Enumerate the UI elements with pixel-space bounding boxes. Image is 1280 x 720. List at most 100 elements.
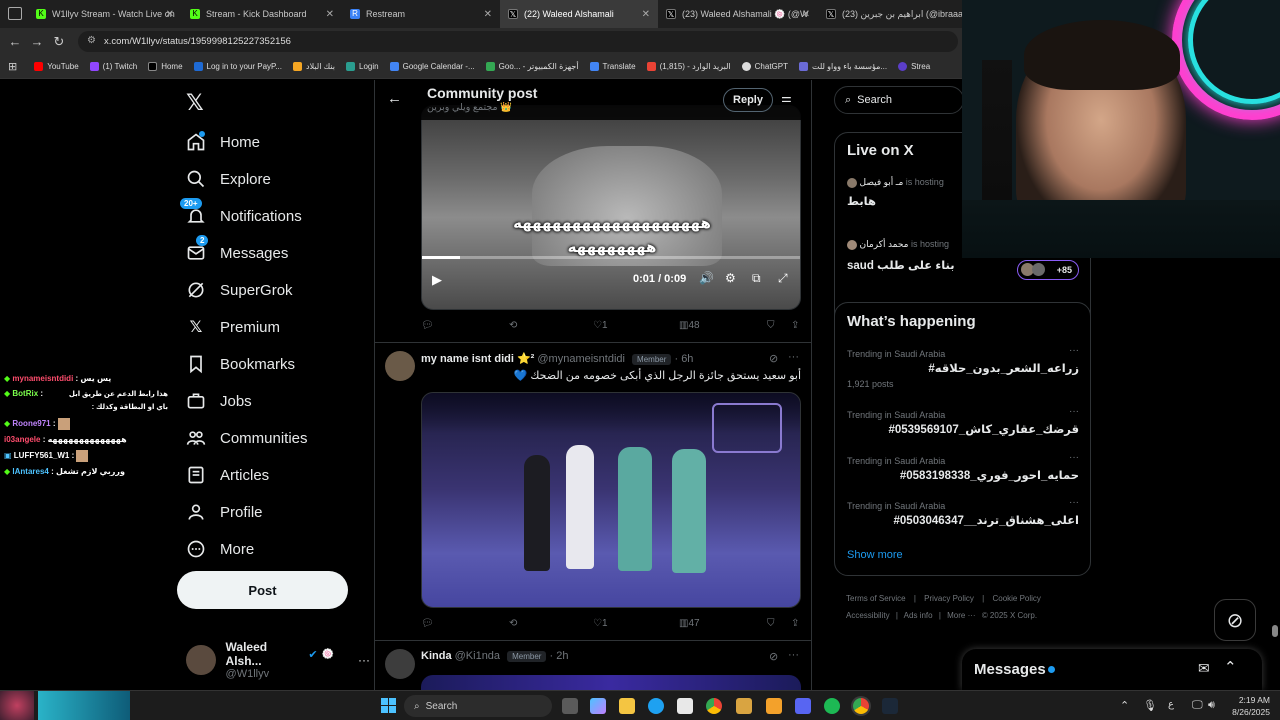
browser-tab[interactable]: K Stream - Kick Dashboard ✕ — [182, 0, 342, 28]
trend-item[interactable]: Trending in Saudi Arabia #زراعه_الشعر_بد… — [847, 345, 1079, 389]
trend-more-icon[interactable]: ··· — [1069, 497, 1079, 508]
live-host[interactable]: مـ أبو فيصل is hosting — [847, 177, 944, 188]
grok-icon[interactable]: ⊘ — [769, 650, 778, 663]
windows-start-icon[interactable] — [381, 698, 397, 714]
video-player[interactable] — [421, 392, 801, 608]
views-button[interactable]: ▥ 48 — [679, 320, 700, 331]
sliders-icon[interactable]: ⚌ — [781, 91, 792, 105]
post-more-icon[interactable]: ··· — [788, 351, 799, 363]
trend-more-icon[interactable]: ··· — [1069, 406, 1079, 417]
nav-communities[interactable]: Communities — [186, 428, 308, 448]
forward-icon[interactable]: → — [26, 34, 48, 49]
network-icon[interactable]: 🖵 — [1192, 699, 1203, 712]
tab-search-icon[interactable] — [8, 7, 22, 20]
post-time[interactable]: 2h — [556, 650, 568, 662]
repost-icon[interactable]: ⟲ — [509, 320, 517, 331]
microphone-icon[interactable]: 🎙︎ — [1143, 699, 1157, 712]
app-icon[interactable] — [766, 698, 782, 714]
file-explorer-icon[interactable] — [619, 698, 635, 714]
live-title[interactable]: saud بناء على طلب — [847, 258, 955, 272]
author-name[interactable]: my name isnt didi ⭐² — [421, 353, 534, 365]
bookmark-item[interactable]: ChatGPT — [741, 62, 788, 71]
bookmark-item[interactable]: YouTube — [34, 62, 79, 71]
footer-link[interactable]: Accessibility — [846, 611, 890, 620]
bookmark-item[interactable]: Goo... - أجهزة الكمبيوتر — [485, 62, 579, 71]
trend-item[interactable]: Trending in Saudi Arabia #قرضك_عقاري_كاش… — [847, 406, 1079, 436]
url-field[interactable]: ⚙ x.com/W1llyv/status/195999812522735215… — [78, 31, 958, 52]
volume-icon[interactable]: 🔊︎ — [1208, 699, 1215, 712]
new-message-icon[interactable]: ✉ — [1198, 660, 1210, 677]
nav-messages[interactable]: Messages 2 — [186, 235, 288, 263]
trend-item[interactable]: Trending in Saudi Arabia #حمايه_احور_فور… — [847, 452, 1079, 482]
back-arrow-icon[interactable]: ← — [387, 90, 402, 107]
close-tab-icon[interactable]: ✕ — [802, 9, 810, 20]
browser-tab-active[interactable]: 𝕏 (22) Waleed Alshamali ✕ — [500, 0, 658, 28]
bookmark-item[interactable]: Google Calendar -... — [389, 62, 475, 71]
live-title[interactable]: هابط — [847, 194, 876, 208]
widget-thumbnail[interactable] — [0, 691, 34, 720]
bookmark-item[interactable]: Strea — [898, 62, 930, 71]
close-tab-icon[interactable]: ✕ — [484, 9, 492, 20]
apps-grid-icon[interactable]: ⊞ — [8, 60, 17, 73]
steam-icon[interactable] — [882, 698, 898, 714]
nav-more[interactable]: More — [186, 539, 254, 559]
search-input[interactable]: ⌕ Search — [834, 86, 964, 114]
settings-gear-icon[interactable]: ⚙ — [725, 271, 736, 285]
language-indicator[interactable]: ع — [1168, 699, 1174, 710]
grok-button[interactable]: ⊘ — [1214, 599, 1256, 641]
reply-icon[interactable]: 💬︎ — [421, 320, 434, 331]
post-button[interactable]: Post — [177, 571, 348, 609]
live-host[interactable]: محمد أكرمان is hosting — [847, 239, 949, 250]
avatar[interactable] — [385, 351, 415, 381]
post-time[interactable]: 6h — [681, 353, 693, 365]
footer-link[interactable]: Ads info — [904, 611, 933, 620]
post-more-icon[interactable]: ··· — [788, 649, 799, 661]
app-icon[interactable] — [736, 698, 752, 714]
account-switcher[interactable]: Waleed Alsh... ✔ 🍥 @W1llyv ··· — [186, 640, 370, 680]
reload-icon[interactable]: ↻ — [48, 34, 70, 50]
reply-button[interactable]: Reply — [723, 88, 773, 112]
clock[interactable]: 2:19 AM 8/26/2025 — [1224, 694, 1270, 718]
chrome-icon[interactable] — [853, 698, 869, 714]
like-button[interactable]: ♡ 1 — [593, 320, 608, 331]
close-tab-icon[interactable]: ✕ — [166, 9, 174, 20]
video-player[interactable]: هههههههههههههههههههه ههههههههه ▶ 0:01 / … — [421, 105, 801, 310]
author-name[interactable]: Kinda — [421, 650, 452, 662]
site-info-icon[interactable]: ⚙ — [87, 35, 96, 46]
bookmark-item[interactable]: Log in to your PayP... — [193, 62, 282, 71]
messages-drawer[interactable]: Messages ✉ ⌃ — [962, 649, 1262, 690]
task-view-icon[interactable] — [562, 698, 578, 714]
reply-icon[interactable]: 💬︎ — [421, 618, 434, 629]
trend-more-icon[interactable]: ··· — [1069, 345, 1079, 356]
close-tab-icon[interactable]: ✕ — [642, 9, 650, 20]
repost-icon[interactable]: ⟲ — [509, 618, 517, 629]
author-handle[interactable]: @Ki1nda — [455, 650, 500, 662]
account-more-icon[interactable]: ··· — [358, 653, 370, 667]
nav-notifications[interactable]: Notifications 20+ — [180, 198, 302, 226]
chevron-up-icon[interactable]: ⌃ — [1120, 699, 1129, 712]
chevron-up-icon[interactable]: ⌃ — [1224, 658, 1237, 676]
browser-tab[interactable]: K W1llyv Stream - Watch Live on ✕ — [28, 0, 182, 28]
media-preview[interactable] — [421, 675, 801, 690]
bookmark-item[interactable]: بنك البلاد — [293, 62, 335, 71]
bookmark-item[interactable]: (1,815) - البريد الوارد — [646, 62, 731, 71]
store-icon[interactable] — [677, 698, 693, 714]
share-icon[interactable]: ⇪ — [791, 320, 799, 331]
fullscreen-icon[interactable]: ⤢ — [778, 271, 788, 286]
nav-articles[interactable]: Articles — [186, 465, 269, 485]
trend-more-icon[interactable]: ··· — [1069, 452, 1079, 463]
trend-item[interactable]: Trending in Saudi Arabia #اعلى_هشناق_ترن… — [847, 497, 1079, 527]
close-tab-icon[interactable]: ✕ — [326, 9, 334, 20]
nav-jobs[interactable]: Jobs — [186, 391, 252, 411]
x-logo-icon[interactable]: 𝕏 — [186, 90, 204, 116]
video-progress-track[interactable] — [422, 256, 800, 259]
nav-premium[interactable]: 𝕏 Premium — [186, 317, 280, 337]
listener-count[interactable]: +85 — [1017, 260, 1079, 280]
author-handle[interactable]: @mynameisntdidi — [537, 353, 625, 365]
like-button[interactable]: ♡ 1 — [593, 618, 608, 629]
scrollbar-thumb[interactable] — [1272, 625, 1278, 637]
browser-tab[interactable]: R Restream ✕ — [342, 0, 500, 28]
bookmark-item[interactable]: (1) Twitch — [89, 62, 137, 71]
nav-bookmarks[interactable]: Bookmarks — [186, 354, 295, 374]
widget-thumbnail[interactable] — [38, 691, 130, 720]
